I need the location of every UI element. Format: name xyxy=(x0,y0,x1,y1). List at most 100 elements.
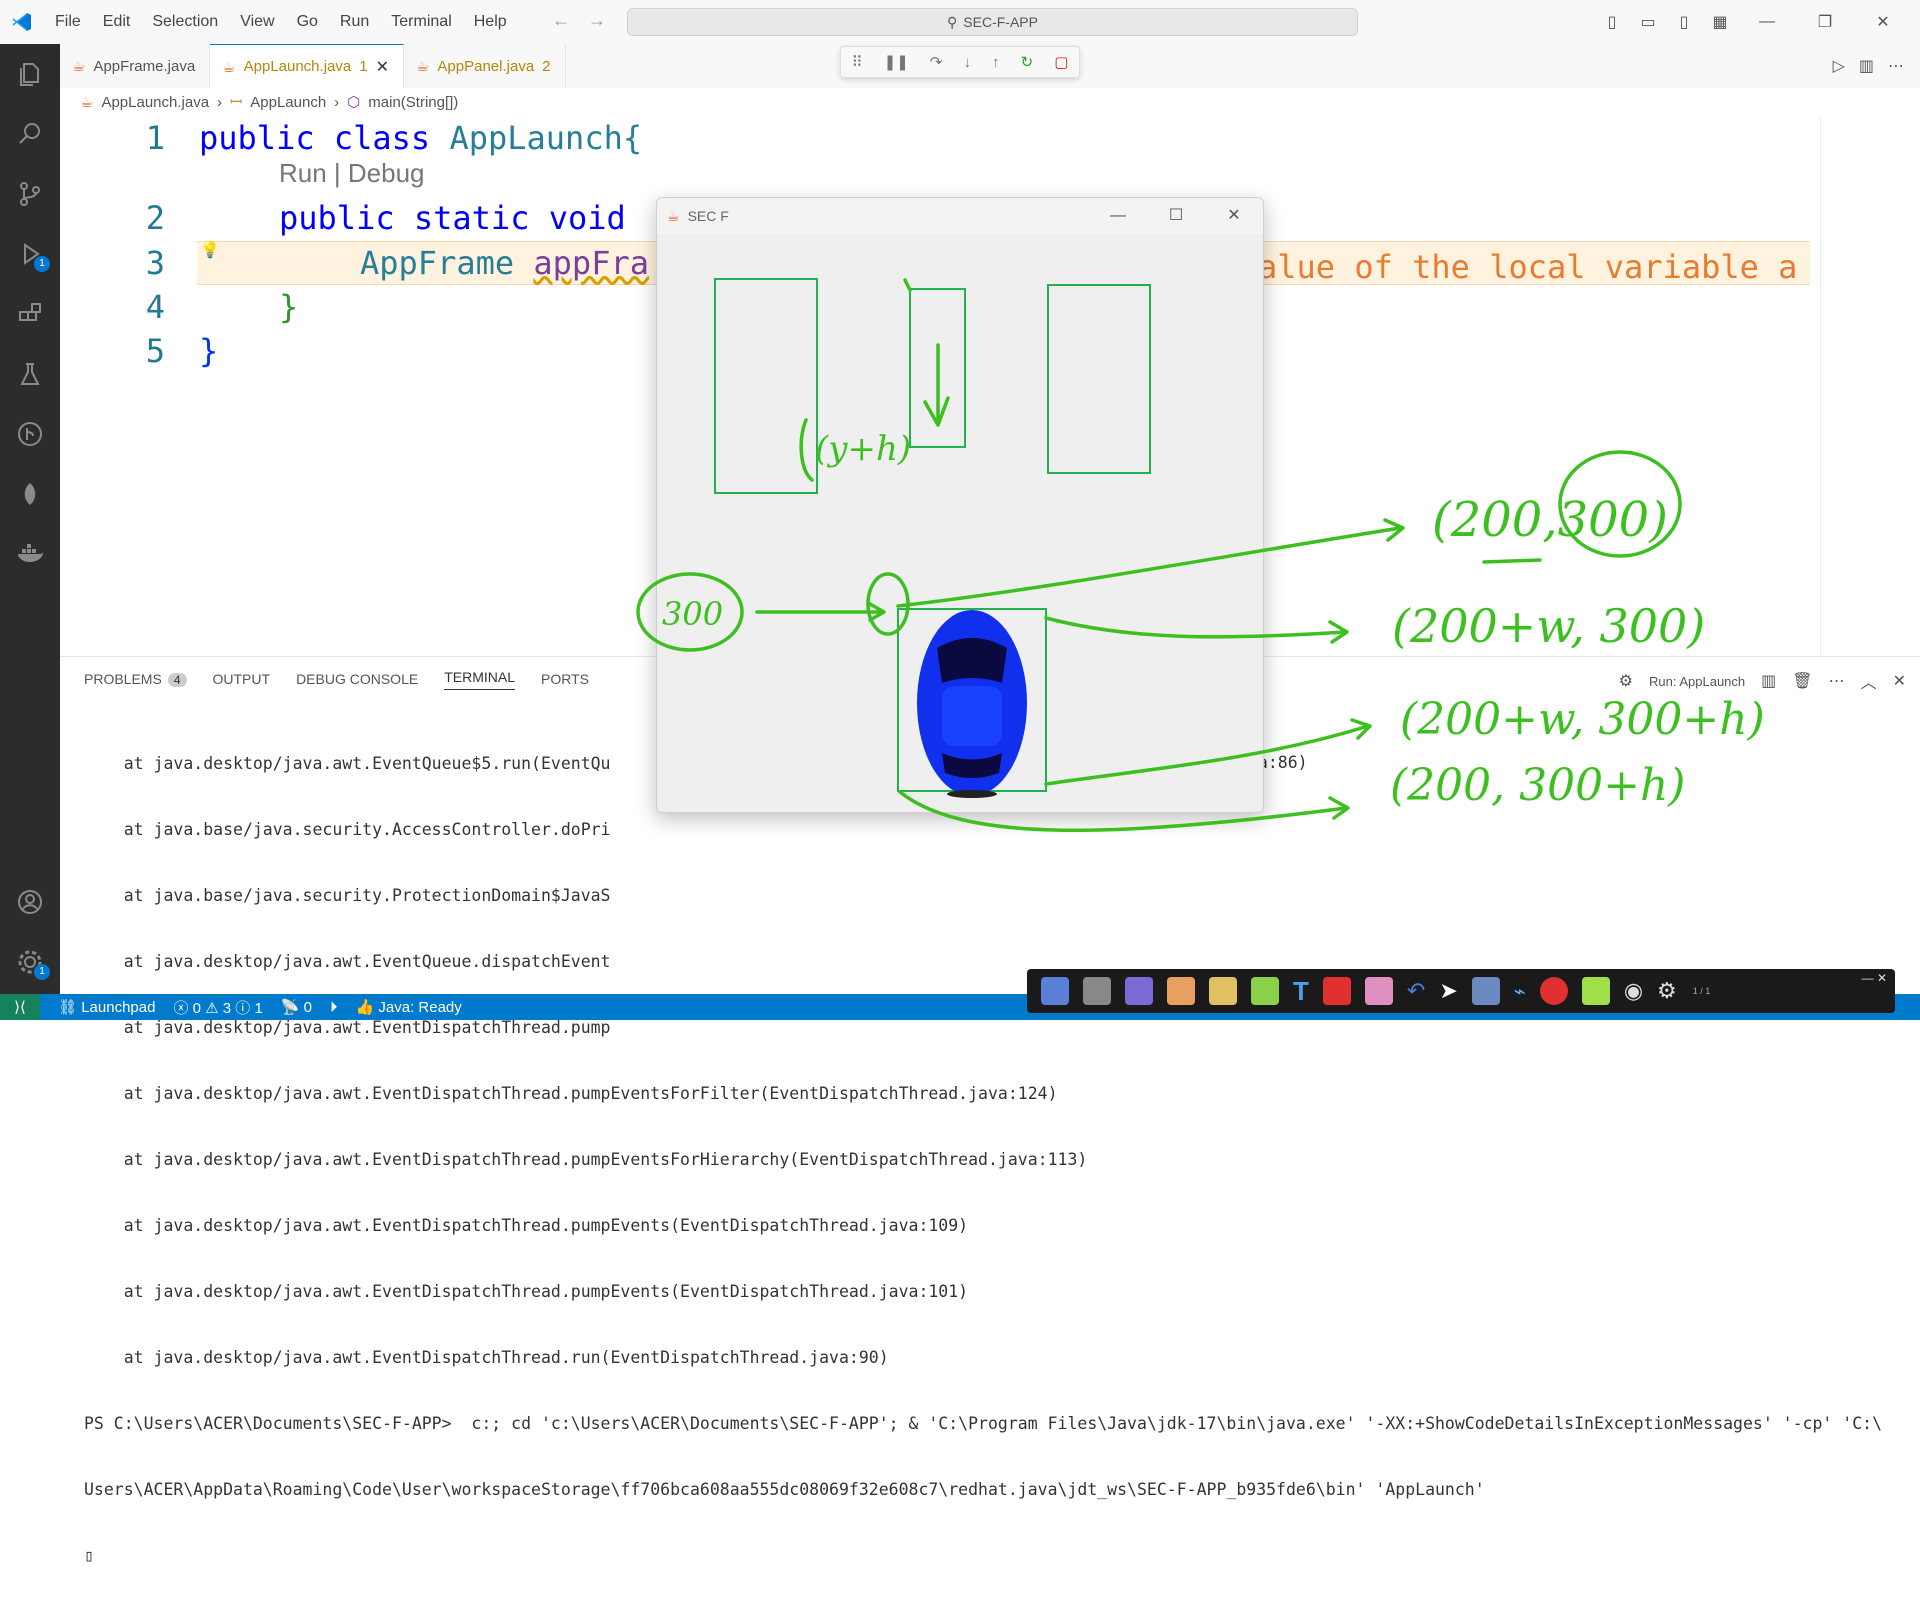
source-control-icon[interactable] xyxy=(0,164,60,224)
save-icon[interactable] xyxy=(1083,977,1111,1005)
terminal-line: at java.desktop/java.awt.EventDispatchTh… xyxy=(84,1348,889,1367)
git-graph-icon[interactable] xyxy=(0,404,60,464)
redo-arrow-icon[interactable] xyxy=(1167,977,1195,1005)
leaf-icon[interactable] xyxy=(0,464,60,524)
terminal-output[interactable]: at java.desktop/java.awt.EventQueue$5.ru… xyxy=(84,709,1882,1611)
back-arrow-icon[interactable]: ← xyxy=(552,10,570,31)
menu-selection[interactable]: Selection xyxy=(141,13,229,31)
split-editor-icon[interactable]: ▥ xyxy=(1859,56,1874,76)
close-toolbar-icon[interactable]: — ✕ xyxy=(1862,971,1887,985)
pen-icon[interactable] xyxy=(1209,977,1237,1005)
codelens-run-debug[interactable]: Run | Debug xyxy=(279,158,425,189)
explorer-icon[interactable] xyxy=(0,44,60,104)
trash-icon[interactable]: 🗑 xyxy=(1792,671,1812,691)
menu-terminal[interactable]: Terminal xyxy=(380,13,462,31)
eraser-icon[interactable] xyxy=(1364,977,1393,1005)
maximize-panel-icon[interactable]: ︿ xyxy=(1861,669,1877,693)
launchpad-item[interactable]: ⛓ Launchpad xyxy=(58,998,155,1016)
step-out-icon[interactable]: ↑ xyxy=(992,54,1000,71)
line-number: 5 xyxy=(145,332,165,370)
docker-icon[interactable] xyxy=(0,524,60,584)
step-over-icon[interactable]: ↷ xyxy=(930,53,943,71)
manage-gear-icon[interactable]: 1 xyxy=(0,932,60,992)
chevron-right-icon: › xyxy=(217,93,223,111)
text-tool-icon[interactable]: T xyxy=(1293,976,1309,1007)
close-icon[interactable]: ✕ xyxy=(376,57,389,77)
undo-arrow-icon[interactable] xyxy=(1125,977,1153,1005)
close-icon[interactable]: ✕ xyxy=(1205,198,1263,234)
launchpad-label: Launchpad xyxy=(81,999,156,1016)
search-view-icon[interactable] xyxy=(0,104,60,164)
more-actions-icon[interactable]: ⋯ xyxy=(1888,56,1904,76)
breadcrumb-class[interactable]: AppLaunch xyxy=(250,94,326,111)
tab-problems[interactable]: PROBLEMS 4 xyxy=(84,671,187,687)
more-icon[interactable]: ⋯ xyxy=(1829,671,1845,691)
image-icon[interactable] xyxy=(1471,977,1500,1005)
pointer-icon[interactable]: ➤ xyxy=(1439,978,1457,1004)
ports-status[interactable]: 📡 0 xyxy=(281,998,312,1016)
code-line: 1 public class AppLaunch{ xyxy=(60,116,1810,160)
toggle-secondary-sidebar-icon[interactable]: ▯ xyxy=(1672,12,1696,32)
remote-icon[interactable]: ⟩⟨ xyxy=(0,994,40,1020)
run-terminal-label[interactable]: Run: AppLaunch xyxy=(1649,674,1745,689)
laser-icon[interactable]: ⌁ xyxy=(1514,979,1526,1004)
close-window-icon[interactable]: ✕ xyxy=(1860,12,1906,32)
tab-debug-console[interactable]: DEBUG CONSOLE xyxy=(296,671,418,687)
tab-applaunch[interactable]: ☕ AppLaunch.java 1 ✕ xyxy=(210,44,404,88)
pause-icon[interactable]: ❚❚ xyxy=(884,53,909,71)
step-into-icon[interactable]: ↓ xyxy=(963,54,971,71)
restart-icon[interactable]: ↻ xyxy=(1021,53,1034,71)
tab-output[interactable]: OUTPUT xyxy=(213,671,271,687)
maximize-icon[interactable]: ☐ xyxy=(1147,198,1205,234)
tab-appframe[interactable]: ☕ AppFrame.java xyxy=(60,44,211,88)
minimize-icon[interactable]: — xyxy=(1089,198,1147,234)
star-icon[interactable] xyxy=(1041,977,1069,1005)
camera-icon[interactable]: ◉ xyxy=(1624,978,1643,1004)
breadcrumb-method[interactable]: main(String[]) xyxy=(368,94,458,111)
menu-edit[interactable]: Edit xyxy=(92,13,142,31)
close-panel-icon[interactable]: ✕ xyxy=(1893,671,1906,691)
page-indicator: 1 / 1 xyxy=(1692,986,1711,996)
accounts-icon[interactable] xyxy=(0,872,60,932)
warning-count: 3 xyxy=(222,999,232,1017)
debug-status-icon[interactable]: ⏵ xyxy=(330,999,338,1016)
terminal-line: at java.desktop/java.awt.EventDispatchTh… xyxy=(84,1150,1088,1169)
highlighter-icon[interactable] xyxy=(1251,977,1279,1005)
stop-icon[interactable]: ▢ xyxy=(1054,53,1068,71)
menu-run[interactable]: Run xyxy=(329,13,380,31)
debug-toolbar: ⠿ ❚❚ ↷ ↓ ↑ ↻ ▢ xyxy=(840,46,1080,78)
lightbulb-icon[interactable]: 💡 xyxy=(200,240,220,259)
minimize-icon[interactable]: — xyxy=(1744,13,1790,31)
drag-handle-icon[interactable]: ⠿ xyxy=(852,53,863,71)
record-icon[interactable] xyxy=(1539,977,1568,1005)
menu-view[interactable]: View xyxy=(229,13,285,31)
menu-file[interactable]: File xyxy=(44,13,92,31)
minimap[interactable] xyxy=(1820,116,1920,656)
menu-go[interactable]: Go xyxy=(286,13,329,31)
undo-icon[interactable]: ↶ xyxy=(1407,978,1425,1004)
problems-status[interactable]: ⓧ 0 ⚠ 3 ⓘ 1 xyxy=(173,997,262,1018)
split-terminal-icon[interactable]: ▥ xyxy=(1761,671,1776,691)
menu-bar: File Edit Selection View Go Run Terminal… xyxy=(44,13,518,31)
extensions-icon[interactable] xyxy=(0,284,60,344)
toggle-panel-icon[interactable]: ▭ xyxy=(1636,12,1660,32)
settings-gear-icon[interactable]: ⚙ xyxy=(1657,978,1677,1004)
forward-arrow-icon[interactable]: → xyxy=(588,10,606,31)
whiteboard-icon[interactable] xyxy=(1581,977,1610,1005)
customize-layout-icon[interactable]: ▦ xyxy=(1708,12,1732,32)
tab-apppanel[interactable]: ☕ AppPanel.java 2 xyxy=(404,44,566,88)
run-icon[interactable]: ▷ xyxy=(1833,56,1845,76)
line-number: 2 xyxy=(145,199,165,237)
toggle-sidebar-icon[interactable]: ▯ xyxy=(1600,12,1624,32)
command-center-search[interactable]: ⚲ SEC-F-APP xyxy=(627,8,1358,36)
java-status[interactable]: 👍 Java: Ready xyxy=(356,998,462,1016)
menu-help[interactable]: Help xyxy=(463,13,518,31)
tab-terminal[interactable]: TERMINAL xyxy=(444,669,515,690)
shapes-icon[interactable] xyxy=(1322,977,1351,1005)
tab-ports[interactable]: PORTS xyxy=(541,671,589,687)
terminal-prompt: PS C:\Users\ACER\Documents\SEC-F-APP> c:… xyxy=(84,1414,1883,1433)
breadcrumb-file[interactable]: AppLaunch.java xyxy=(101,94,209,111)
testing-icon[interactable] xyxy=(0,344,60,404)
restore-icon[interactable]: ❐ xyxy=(1802,12,1848,32)
run-debug-icon[interactable]: 1 xyxy=(0,224,60,284)
